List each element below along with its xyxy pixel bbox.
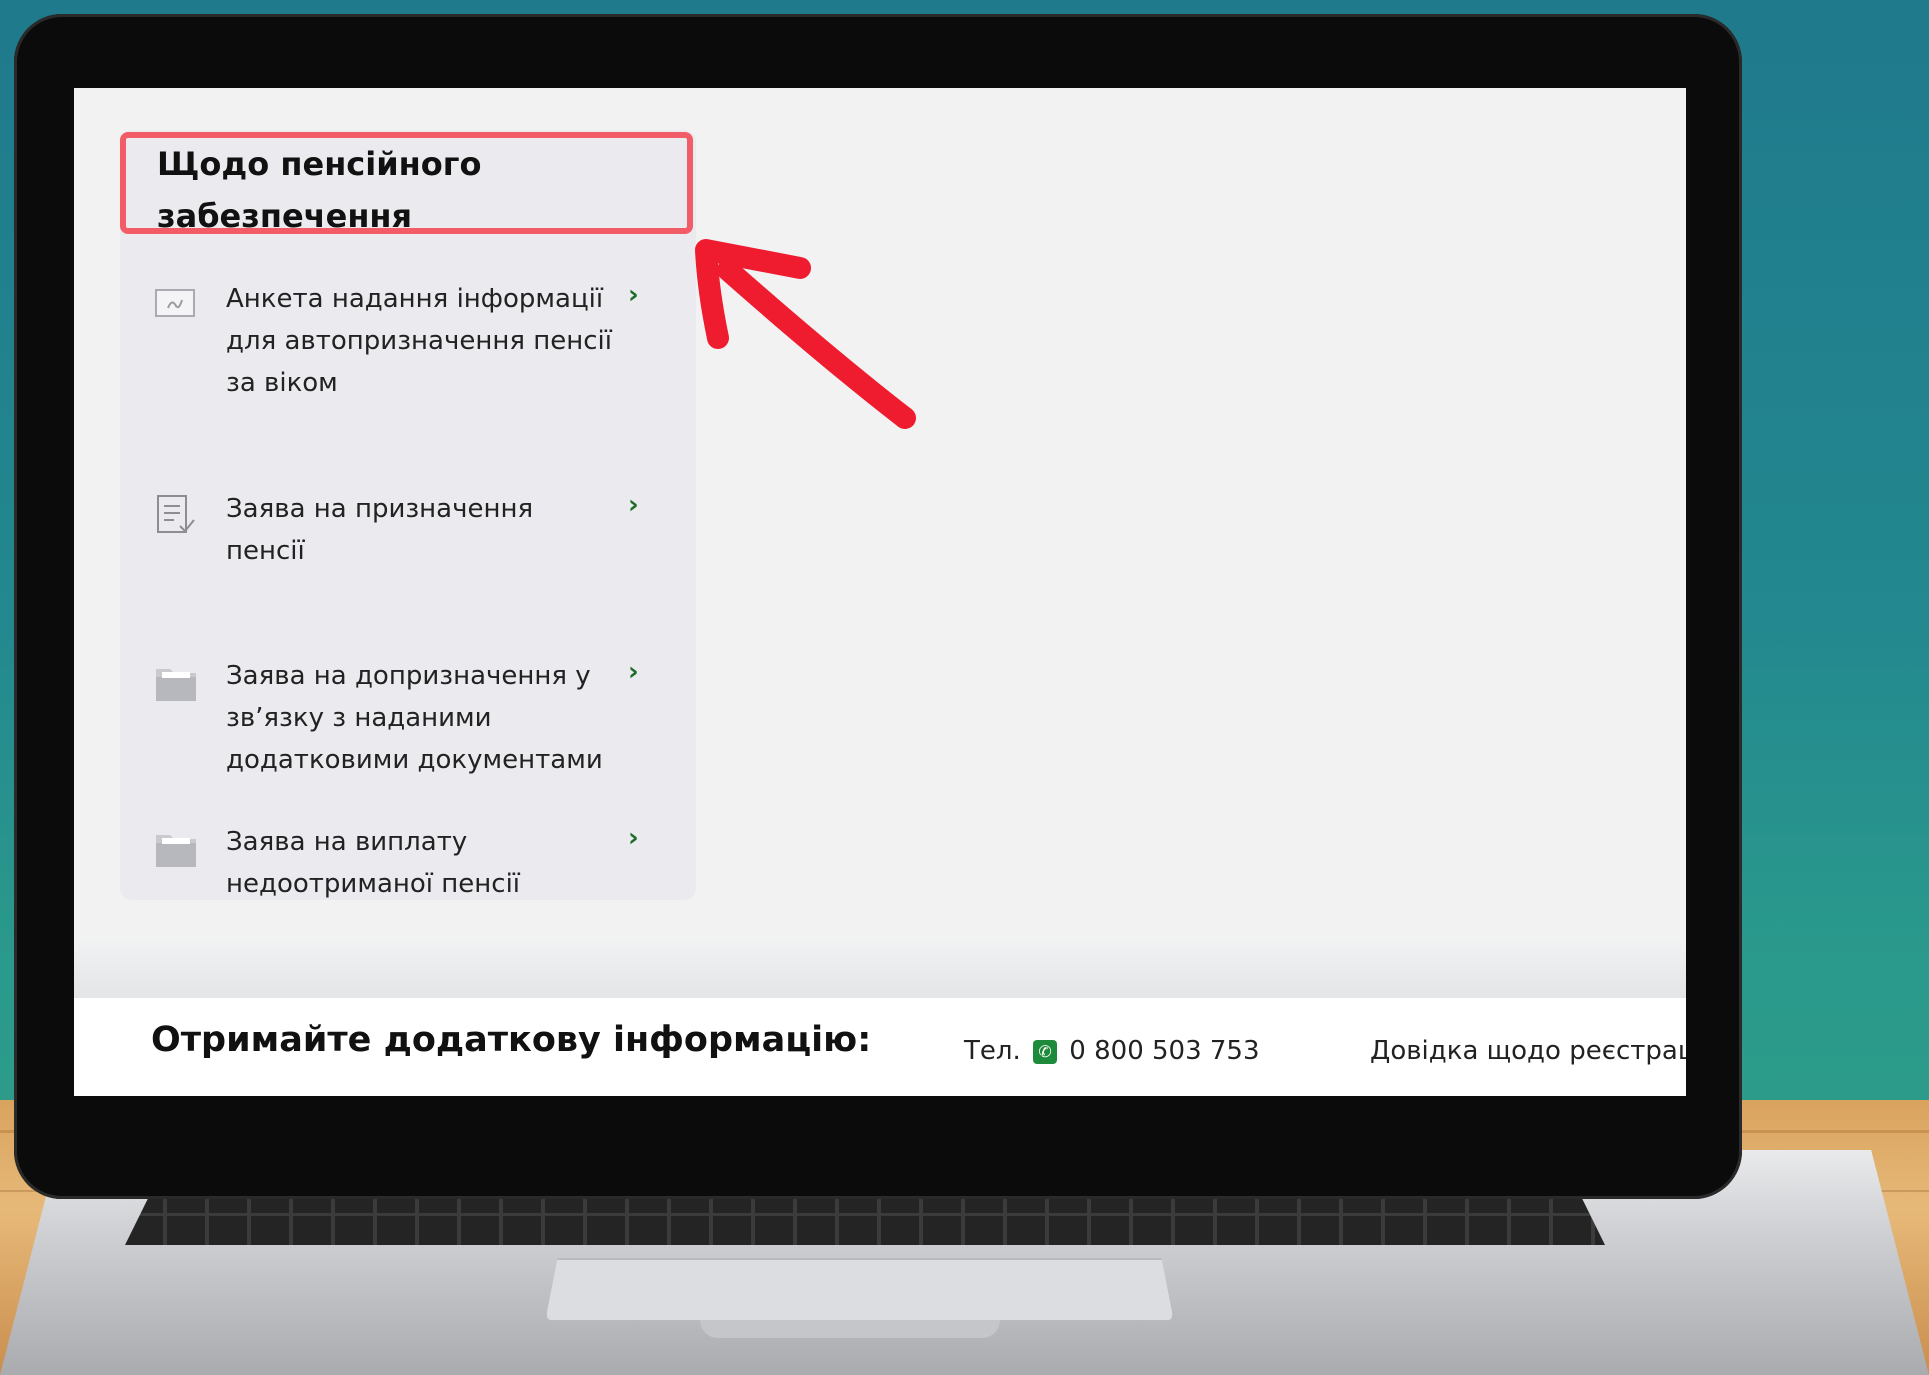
- chevron-right-icon: ›: [628, 490, 639, 520]
- footer-title: Отримайте додаткову інформацію:: [151, 1020, 872, 1060]
- menu-item-label: Заява на допризначення у зв’язку з надан…: [226, 661, 603, 775]
- checklist-document-icon: [154, 494, 198, 534]
- phone-contact[interactable]: Тел. ✆ 0 800 503 753: [964, 1036, 1260, 1066]
- laptop-trackpad: [545, 1258, 1174, 1322]
- chevron-right-icon: ›: [628, 657, 639, 687]
- menu-item-label: Заява на виплату недоотриманої пенсії: [226, 827, 521, 899]
- phone-number: 0 800 503 753: [1069, 1036, 1260, 1066]
- menu-item-label: Анкета надання інформації для автопризна…: [226, 284, 612, 398]
- folder-icon: [154, 827, 198, 867]
- registration-help-link[interactable]: Довідка щодо реєстрац: [1370, 1036, 1686, 1066]
- menu-item-label: Заява на призначення пенсії: [226, 494, 534, 566]
- title-highlight-box: [120, 132, 693, 234]
- laptop-notch: [700, 1320, 1000, 1338]
- phone-prefix: Тел.: [964, 1036, 1021, 1066]
- browser-screen: Щодо пенсійного забезпечення Анкета нада…: [74, 88, 1686, 1096]
- chevron-right-icon: ›: [628, 280, 639, 310]
- signature-form-icon: [154, 284, 198, 324]
- footer: Отримайте додаткову інформацію: Тел. ✆ 0…: [74, 998, 1686, 1096]
- folder-icon: [154, 661, 198, 701]
- chevron-right-icon: ›: [628, 823, 639, 853]
- footer-divider: [74, 940, 1686, 1000]
- phone-icon: ✆: [1033, 1039, 1058, 1064]
